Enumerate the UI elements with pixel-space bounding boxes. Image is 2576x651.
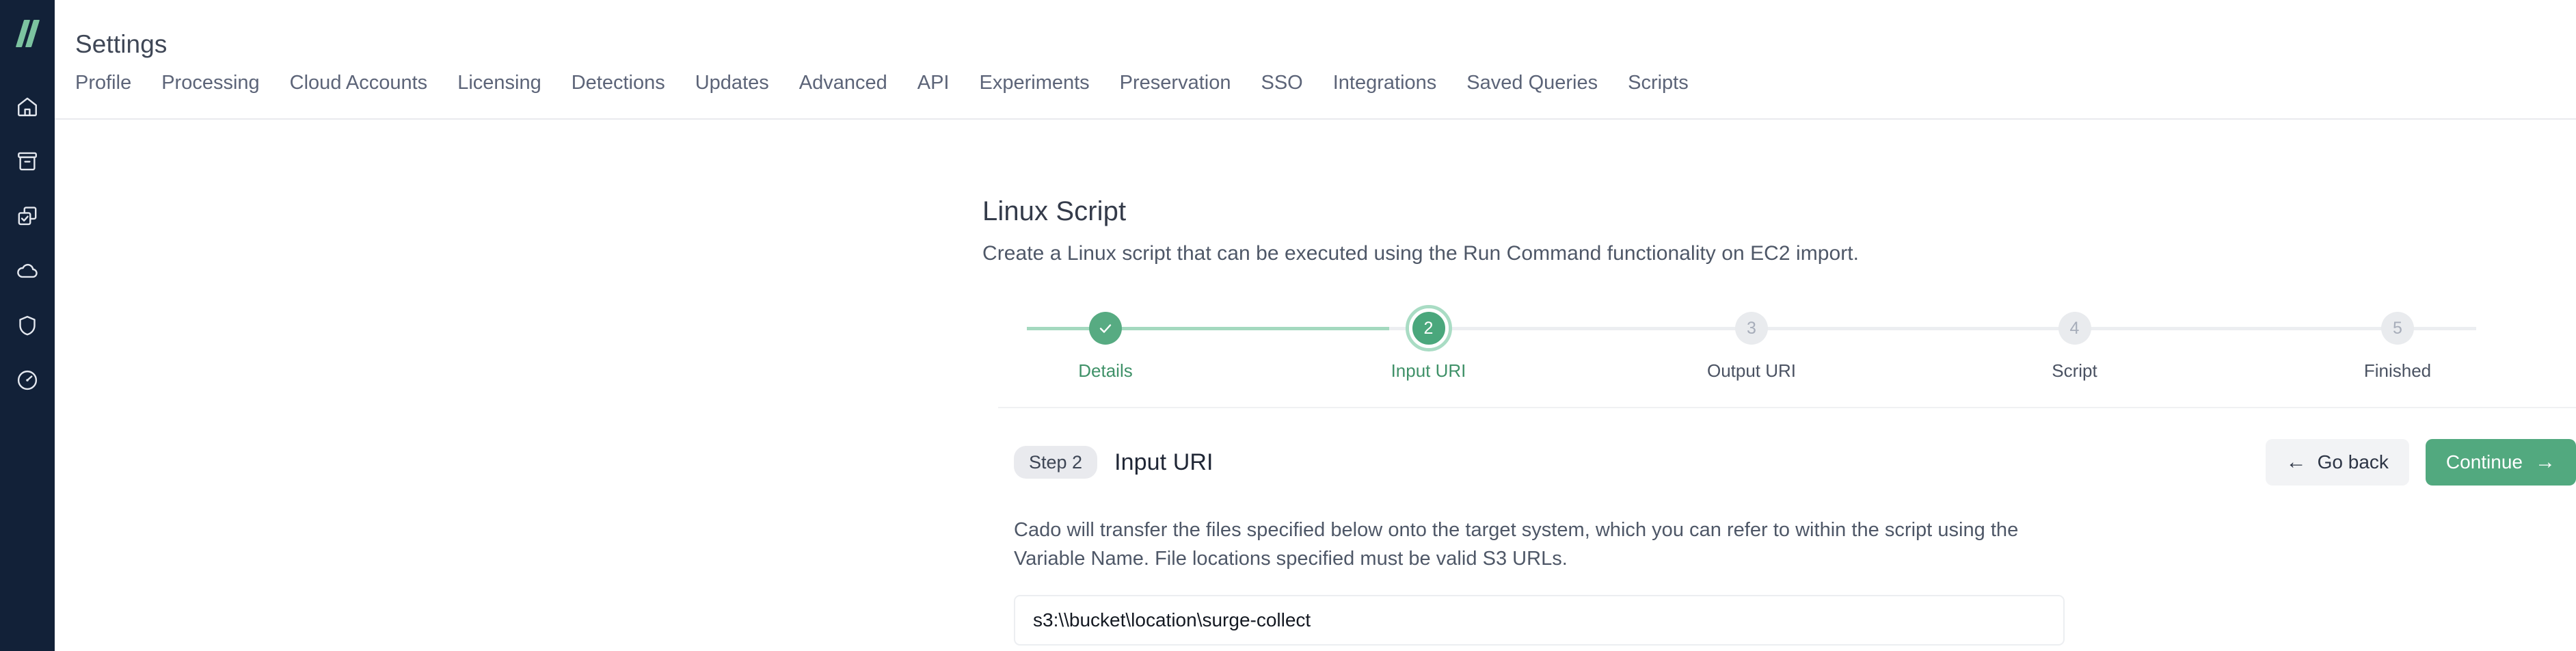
section-divider <box>998 407 2576 408</box>
step-panel-title: Input URI <box>1114 449 1213 475</box>
stepper-step-input-uri[interactable]: 2 Input URI <box>1350 305 1507 381</box>
stepper-circle-2: 2 <box>1408 308 1449 348</box>
speedometer-icon <box>16 369 39 392</box>
stepper-step-details[interactable]: Details <box>1027 305 1184 381</box>
sidebar-nav <box>0 79 55 408</box>
wizard-subtitle: Create a Linux script that can be execut… <box>982 242 1860 265</box>
tasks-icon <box>16 204 39 228</box>
stepper-circle-1 <box>1089 312 1122 345</box>
archive-icon <box>16 150 39 173</box>
go-back-button[interactable]: ← Go back <box>2265 439 2409 486</box>
home-icon <box>16 95 39 118</box>
wizard-stepper: Details 2 Input URI 3 Output URI 4 Scrip… <box>1027 305 2476 381</box>
stepper-label-1: Details <box>1078 360 1133 381</box>
stepper-label-3: Output URI <box>1706 360 1797 381</box>
tab-updates[interactable]: Updates <box>680 71 784 94</box>
stepper-steps: Details 2 Input URI 3 Output URI 4 Scrip… <box>1027 305 2476 381</box>
tab-cloud-accounts[interactable]: Cloud Accounts <box>275 71 443 94</box>
app-root: Settings Profile Processing Cloud Accoun… <box>0 0 2576 651</box>
stepper-circle-4: 4 <box>2058 312 2091 345</box>
arrow-right-icon: → <box>2535 451 2555 473</box>
arrow-left-icon: ← <box>2285 451 2307 473</box>
tab-advanced[interactable]: Advanced <box>784 71 902 94</box>
script-wizard: Linux Script Create a Linux script that … <box>982 121 2576 646</box>
sidebar-item-performance[interactable] <box>0 353 55 408</box>
shield-icon <box>16 314 39 337</box>
tab-profile[interactable]: Profile <box>75 71 146 94</box>
sidebar <box>0 0 55 651</box>
page-header: Settings Profile Processing Cloud Accoun… <box>55 0 2576 120</box>
tab-experiments[interactable]: Experiments <box>965 71 1105 94</box>
go-back-label: Go back <box>2317 451 2389 473</box>
input-uri-field[interactable] <box>1014 595 2065 646</box>
sidebar-item-security[interactable] <box>0 298 55 353</box>
tab-api[interactable]: API <box>902 71 965 94</box>
main-content: Linux Script Create a Linux script that … <box>55 121 2576 651</box>
stepper-circle-4-wrap: 4 <box>2052 305 2098 351</box>
cloud-icon <box>16 259 39 282</box>
tab-preservation[interactable]: Preservation <box>1105 71 1246 94</box>
settings-tab-bar: Profile Processing Cloud Accounts Licens… <box>75 71 1704 94</box>
sidebar-item-archive[interactable] <box>0 134 55 189</box>
check-icon <box>1099 324 1112 333</box>
stepper-step-finished[interactable]: 5 Finished <box>2319 305 2476 381</box>
wizard-title: Linux Script <box>982 196 1127 226</box>
stepper-label-5: Finished <box>2363 360 2432 381</box>
stepper-circle-5-wrap: 5 <box>2374 305 2421 351</box>
step-description: Cado will transfer the files specified b… <box>1014 519 2019 570</box>
stepper-step-output-uri[interactable]: 3 Output URI <box>1673 305 1830 381</box>
stepper-circle-2-wrap: 2 <box>1405 305 1452 351</box>
sidebar-item-home[interactable] <box>0 79 55 134</box>
stepper-label-2: Input URI <box>1391 360 1466 381</box>
stepper-circle-5: 5 <box>2381 312 2414 345</box>
tab-sso[interactable]: SSO <box>1246 71 1317 94</box>
page-title: Settings <box>75 30 167 58</box>
tab-detections[interactable]: Detections <box>556 71 680 94</box>
stepper-circle-1-wrap <box>1082 305 1129 351</box>
step-badge: Step 2 <box>1014 446 1098 479</box>
stepper-label-4: Script <box>2052 360 2097 381</box>
tab-saved-queries[interactable]: Saved Queries <box>1451 71 1613 94</box>
step-panel-header: Step 2 Input URI ← Go back Continue → <box>1014 438 2576 487</box>
tab-licensing[interactable]: Licensing <box>442 71 556 94</box>
tab-integrations[interactable]: Integrations <box>1318 71 1452 94</box>
cado-logo[interactable] <box>10 18 45 49</box>
sidebar-item-tasks[interactable] <box>0 189 55 243</box>
continue-button[interactable]: Continue → <box>2425 439 2576 486</box>
continue-label: Continue <box>2445 451 2523 473</box>
sidebar-item-cloud[interactable] <box>0 243 55 298</box>
stepper-circle-3-wrap: 3 <box>1728 305 1775 351</box>
tab-scripts[interactable]: Scripts <box>1613 71 1704 94</box>
stepper-circle-3: 3 <box>1735 312 1768 345</box>
stepper-step-script[interactable]: 4 Script <box>1996 305 2154 381</box>
tab-processing[interactable]: Processing <box>146 71 274 94</box>
